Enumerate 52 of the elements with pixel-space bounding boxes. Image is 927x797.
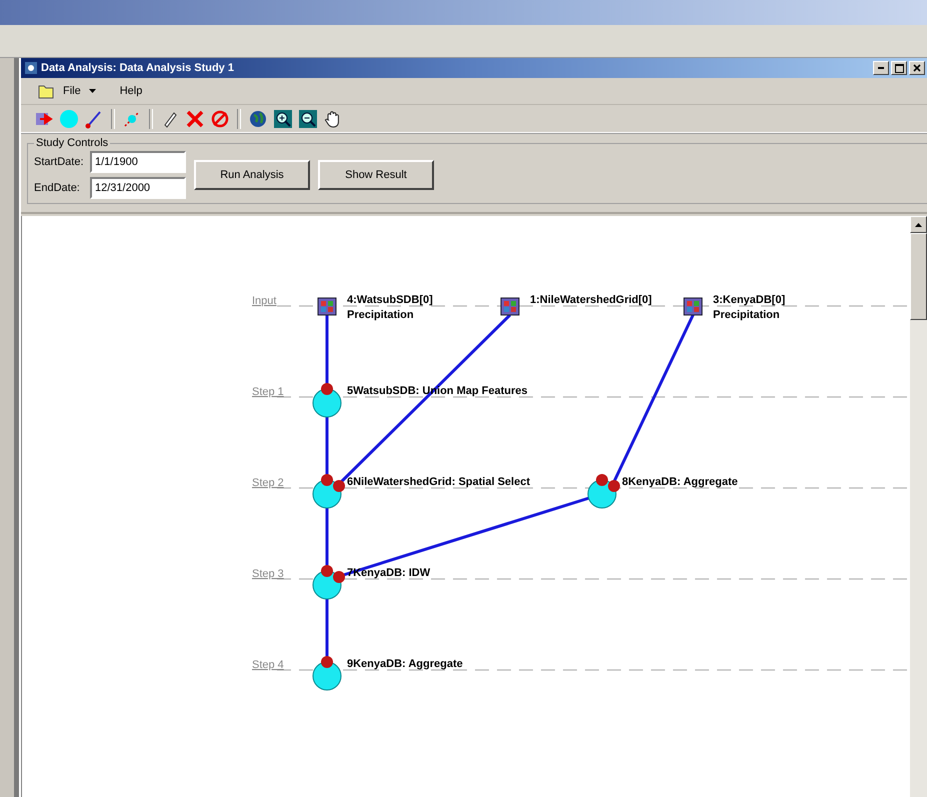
input-node-icon[interactable] [500,298,520,316]
minimize-button[interactable] [873,61,889,75]
node-label: Precipitation [347,309,414,321]
scroll-up-button[interactable] [910,216,927,233]
clear-icon [210,108,230,128]
globe-icon [248,108,268,128]
row-label: Step 3 [252,568,284,580]
delete-icon [185,108,205,128]
maximize-icon [894,64,904,72]
row-label: Step 4 [252,659,284,671]
minimize-icon [878,67,884,69]
zoom-in-tool[interactable] [272,108,294,130]
step-node[interactable] [312,383,342,418]
menu-item[interactable]: Help [118,85,144,97]
node-label: Precipitation [713,309,780,321]
zoom-in-icon [273,108,293,128]
input-node-icon[interactable] [318,298,336,316]
step-node[interactable] [312,565,345,600]
close-button[interactable] [909,61,925,75]
scrollbar[interactable] [910,216,927,797]
end-date-field[interactable]: 12/31/2000 [90,177,186,199]
field-label: StartDate: [34,156,85,168]
row-label: Step 2 [252,477,284,489]
zoom-out-icon [298,108,318,128]
start-date-field[interactable]: 1/1/1900 [90,151,186,173]
app-icon [25,62,37,74]
action-button[interactable]: Show Result [318,160,434,190]
window-title: Data Analysis: Data Analysis Study 1 [41,62,235,74]
close-icon [913,64,921,72]
node-label: 4:WatsubSDB[0] [347,294,433,306]
row-label: Input [252,295,276,307]
group-title: Study Controls [35,137,110,149]
menu-item[interactable]: File [35,83,98,99]
up-arrow-icon [915,222,922,226]
node-label: 1:NileWatershedGrid[0] [530,294,652,306]
node-label: 7KenyaDB: IDW [347,567,430,579]
row-label: Step 1 [252,386,284,398]
step-node[interactable] [312,474,345,508]
step-node[interactable] [588,474,620,508]
node-label: 9KenyaDB: Aggregate [347,658,463,670]
action-button[interactable]: Run Analysis [194,160,310,190]
folder-icon [37,83,55,99]
field-label: EndDate: [34,182,81,194]
zoom-out-tool[interactable] [297,108,319,130]
input-node-icon[interactable] [684,298,702,316]
add-step-icon [59,108,79,128]
maximize-button[interactable] [891,61,907,75]
node-label: 3:KenyaDB[0] [713,294,786,306]
step-node[interactable] [312,656,342,690]
node-label: 6NileWatershedGrid: Spatial Select [347,476,530,488]
scroll-thumb[interactable] [910,233,927,320]
node-label: 8KenyaDB: Aggregate [622,476,738,488]
